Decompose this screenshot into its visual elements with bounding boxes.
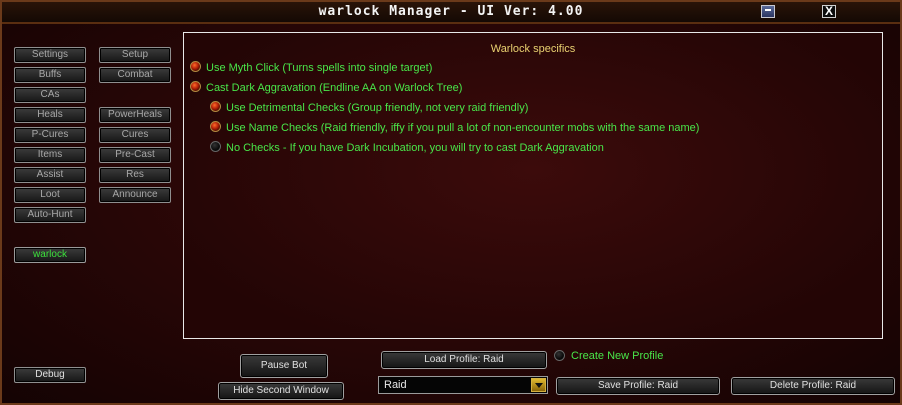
cures-button[interactable]: Cures (99, 127, 171, 143)
warlock-specifics-panel: Warlock specifics Use Myth Click (Turns … (183, 32, 883, 339)
radio-off-icon[interactable] (210, 141, 221, 152)
option-label: Use Myth Click (Turns spells into single… (206, 62, 433, 74)
profile-dropdown-value: Raid (384, 379, 407, 391)
res-button[interactable]: Res (99, 167, 171, 183)
title-bar[interactable]: warlock Manager - UI Ver: 4.00 X (2, 2, 900, 24)
radio-on-icon[interactable] (190, 61, 201, 72)
option-label: Use Name Checks (Raid friendly, iffy if … (226, 122, 700, 134)
panel-title: Warlock specifics (490, 43, 576, 55)
items-button[interactable]: Items (14, 147, 86, 163)
delete-profile-button[interactable]: Delete Profile: Raid (731, 377, 895, 395)
radio-on-icon[interactable] (210, 101, 221, 112)
radio-off-icon[interactable] (554, 350, 565, 361)
assist-button[interactable]: Assist (14, 167, 86, 183)
announce-button[interactable]: Announce (99, 187, 171, 203)
option-label: No Checks - If you have Dark Incubation,… (226, 142, 604, 154)
auto-hunt-button[interactable]: Auto-Hunt (14, 207, 86, 223)
loot-button[interactable]: Loot (14, 187, 86, 203)
powerheals-button[interactable]: PowerHeals (99, 107, 171, 123)
pause-bot-button[interactable]: Pause Bot (240, 354, 328, 378)
option-label: Use Detrimental Checks (Group friendly, … (226, 102, 529, 114)
radio-on-icon[interactable] (190, 81, 201, 92)
profile-dropdown[interactable]: Raid (378, 376, 548, 394)
radio-on-icon[interactable] (210, 121, 221, 132)
cas-button[interactable]: CAs (14, 87, 86, 103)
load-profile-button[interactable]: Load Profile: Raid (381, 351, 547, 369)
hide-second-window-button[interactable]: Hide Second Window (218, 382, 344, 400)
warlock-manager-window: warlock Manager - UI Ver: 4.00 X Setting… (0, 0, 902, 405)
option-label: Cast Dark Aggravation (Endline AA on War… (206, 82, 463, 94)
buffs-button[interactable]: Buffs (14, 67, 86, 83)
close-button[interactable]: X (822, 5, 836, 18)
save-profile-button[interactable]: Save Profile: Raid (556, 377, 720, 395)
debug-button[interactable]: Debug (14, 367, 86, 383)
combat-button[interactable]: Combat (99, 67, 171, 83)
create-new-profile-label: Create New Profile (571, 350, 664, 362)
chevron-down-icon[interactable] (531, 378, 546, 392)
setup-button[interactable]: Setup (99, 47, 171, 63)
heals-button[interactable]: Heals (14, 107, 86, 123)
settings-button[interactable]: Settings (14, 47, 86, 63)
title-divider (2, 22, 900, 24)
pre-cast-button[interactable]: Pre-Cast (99, 147, 171, 163)
minimize-button[interactable] (761, 5, 775, 18)
warlock-tab-button[interactable]: warlock (14, 247, 86, 263)
p-cures-button[interactable]: P-Cures (14, 127, 86, 143)
